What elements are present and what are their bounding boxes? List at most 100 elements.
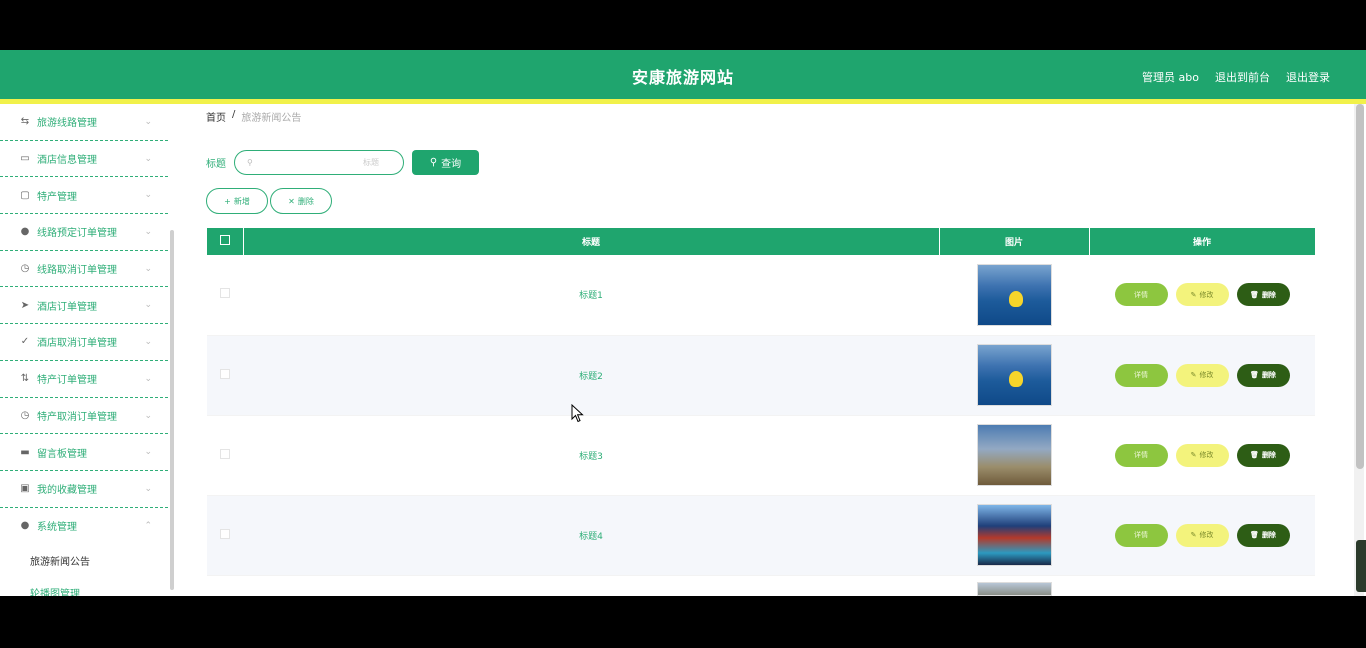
app-screen: 安康旅游网站 管理员 abo 退出到前台 退出登录 ⇆ 旅游线路管理 ⌄ ▭ 酒… — [0, 50, 1366, 596]
delete-button[interactable]: ✕ 删除 — [270, 188, 332, 214]
clock-icon: ◷ — [20, 263, 30, 275]
row-thumbnail — [976, 504, 1052, 566]
frontend-link[interactable]: 退出到前台 — [1215, 69, 1270, 85]
detail-button[interactable]: 详情 — [1114, 523, 1168, 547]
row-delete-label: 删除 — [1261, 531, 1276, 539]
edit-button-label: 修改 — [1199, 451, 1214, 459]
order-icon: ⇅ — [20, 373, 30, 385]
sidebar-item-label: 酒店取消订单管理 — [37, 338, 117, 350]
search-label: 标题 — [206, 159, 226, 170]
detail-button[interactable]: 详情 — [1114, 283, 1168, 307]
breadcrumb-separator: / — [232, 109, 236, 120]
chevron-down-icon: ⌄ — [144, 483, 152, 494]
chevron-down-icon: ⌄ — [144, 227, 152, 238]
detail-button[interactable]: 详情 — [1114, 363, 1168, 387]
add-button[interactable]: + 新增 — [206, 188, 268, 214]
settings-icon: ● — [20, 520, 30, 532]
chevron-down-icon: ⌄ — [144, 337, 152, 348]
bookmark-icon: ▣ — [20, 483, 30, 495]
chevron-down-icon: ⌄ — [144, 447, 152, 458]
sidebar-item-hotel-orders[interactable]: ➤ 酒店订单管理 ⌄ — [0, 287, 168, 325]
chevron-down-icon: ⌄ — [144, 410, 152, 421]
search-icon: ⚲ — [247, 158, 253, 167]
sidebar-item-route[interactable]: ⇆ 旅游线路管理 ⌄ — [0, 104, 168, 141]
edit-button[interactable]: ✎ 修改 — [1175, 523, 1229, 547]
sidebar-item-system[interactable]: ● 系统管理 ⌃ — [0, 508, 168, 545]
detail-button-label: 详情 — [1134, 290, 1148, 299]
row-delete-label: 删除 — [1261, 451, 1276, 459]
sidebar-item-favorites[interactable]: ▣ 我的收藏管理 ⌄ — [0, 471, 168, 508]
edit-icon: ✎ — [1190, 290, 1197, 299]
breadcrumb: 首页 / 旅游新闻公告 — [206, 109, 301, 124]
main-scrollbar[interactable] — [1354, 104, 1364, 596]
table-row — [207, 575, 1315, 596]
row-delete-label: 删除 — [1261, 371, 1276, 379]
sidebar-item-route-orders[interactable]: ● 线路预定订单管理 ⌄ — [0, 214, 168, 251]
data-table: 标题 图片 操作 标题1 详情 ✎ 修改 🗑 删除 标题2 详情 ✎ 修改 🗑 … — [207, 228, 1316, 596]
row-checkbox[interactable] — [220, 368, 230, 379]
column-header-title: 标题 — [243, 228, 940, 255]
sidebar-scrollbar[interactable] — [170, 230, 174, 590]
detail-button-label: 详情 — [1134, 371, 1148, 379]
row-delete-button[interactable]: 🗑 删除 — [1236, 363, 1290, 387]
side-tab-handle[interactable] — [1356, 540, 1366, 592]
check-icon: ✓ — [20, 336, 30, 348]
row-checkbox[interactable] — [220, 448, 230, 459]
search-button[interactable]: ⚲ 查询 — [412, 150, 479, 175]
row-title: 标题2 — [243, 335, 939, 416]
table-row: 标题2 详情 ✎ 修改 🗑 删除 — [207, 335, 1315, 416]
sidebar-subitem-carousel[interactable]: 轮播图管理 — [0, 576, 168, 596]
table-row: 标题1 详情 ✎ 修改 🗑 删除 — [207, 255, 1315, 336]
sidebar-item-label: 特产取消订单管理 — [37, 411, 117, 423]
sidebar-item-label: 酒店订单管理 — [37, 301, 97, 313]
mouse-cursor-icon — [571, 404, 584, 423]
row-title — [243, 575, 939, 596]
edit-icon: ✎ — [1190, 451, 1197, 459]
sidebar-item-route-cancel[interactable]: ◷ 线路取消订单管理 ⌄ — [0, 251, 168, 288]
breadcrumb-home[interactable]: 首页 — [206, 109, 226, 124]
chevron-down-icon: ⌄ — [144, 300, 152, 311]
edit-button[interactable]: ✎ 修改 — [1175, 363, 1229, 387]
sidebar-subitem-news[interactable]: 旅游新闻公告 — [0, 544, 168, 576]
row-thumbnail — [976, 344, 1052, 406]
sidebar-item-label: 我的收藏管理 — [37, 485, 97, 497]
add-button-label: 新增 — [233, 196, 250, 206]
row-checkbox[interactable] — [220, 528, 230, 539]
sidebar-item-hotel-cancel[interactable]: ✓ 酒店取消订单管理 ⌄ — [0, 324, 168, 361]
scrollbar-thumb[interactable] — [1356, 104, 1364, 469]
select-all-header[interactable] — [207, 228, 244, 255]
edit-button[interactable]: ✎ 修改 — [1175, 283, 1229, 307]
chevron-down-icon: ⌄ — [144, 153, 152, 164]
sidebar-item-label: 特产管理 — [37, 191, 77, 203]
sidebar-item-messages[interactable]: ▬ 留言板管理 ⌄ — [0, 434, 168, 471]
logout-link[interactable]: 退出登录 — [1286, 69, 1330, 85]
search-row: 标题 ⚲ 标题 ⚲ 查询 — [206, 150, 479, 175]
row-delete-button[interactable]: 🗑 删除 — [1236, 523, 1290, 547]
select-all-checkbox[interactable] — [219, 235, 230, 245]
top-links: 管理员 abo 退出到前台 退出登录 — [1142, 69, 1330, 85]
trash-icon: 🗑 — [1250, 290, 1259, 299]
row-title: 标题4 — [243, 495, 939, 576]
detail-button[interactable]: 详情 — [1114, 443, 1168, 467]
sidebar-item-hotel[interactable]: ▭ 酒店信息管理 ⌄ — [0, 141, 168, 178]
sidebar-item-specialty[interactable]: ▢ 特产管理 ⌄ — [0, 177, 168, 215]
sidebar-item-label: 系统管理 — [37, 522, 77, 534]
row-delete-button[interactable]: 🗑 删除 — [1236, 283, 1290, 307]
row-delete-button[interactable]: 🗑 删除 — [1236, 443, 1290, 467]
sidebar-item-specialty-cancel[interactable]: ◷ 特产取消订单管理 ⌄ — [0, 398, 168, 435]
row-thumbnail — [976, 263, 1052, 326]
search-input[interactable]: ⚲ 标题 — [234, 150, 404, 175]
search-icon: ⚲ — [429, 157, 438, 168]
sidebar-item-specialty-orders[interactable]: ⇅ 特产订单管理 ⌄ — [0, 361, 168, 398]
route-icon: ⇆ — [20, 116, 30, 128]
sidebar: ⇆ 旅游线路管理 ⌄ ▭ 酒店信息管理 ⌄ ▢ 特产管理 ⌄ ● 线路预定订单管… — [0, 104, 168, 596]
row-checkbox[interactable] — [220, 288, 230, 299]
detail-button-label: 详情 — [1134, 531, 1148, 539]
user-icon: ● — [20, 226, 30, 238]
trash-icon: 🗑 — [1250, 531, 1259, 539]
edit-icon: ✎ — [1190, 371, 1197, 379]
row-thumbnail — [976, 424, 1052, 486]
edit-button[interactable]: ✎ 修改 — [1175, 443, 1229, 467]
column-header-image: 图片 — [939, 228, 1090, 255]
table-row: 标题3 详情 ✎ 修改 🗑 删除 — [207, 415, 1315, 496]
